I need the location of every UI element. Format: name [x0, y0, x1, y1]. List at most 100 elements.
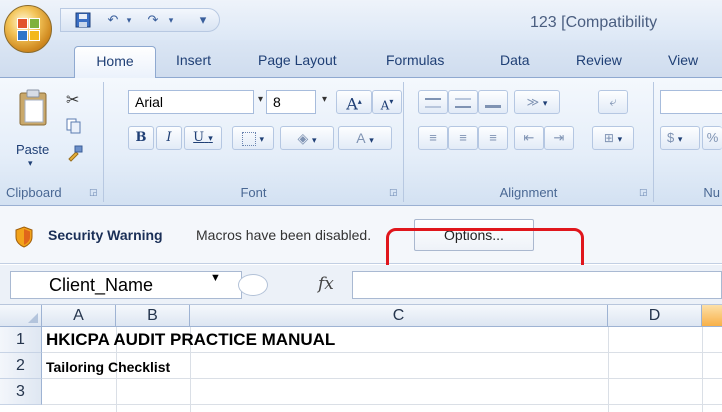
chevron-down-icon: ▾ — [259, 134, 265, 144]
redo-icon[interactable]: ↷ — [145, 12, 161, 28]
security-warning-bar: Security Warning Macros have been disabl… — [0, 206, 722, 264]
office-logo-icon — [17, 18, 41, 42]
name-box[interactable]: Client_Name — [10, 271, 242, 299]
font-name-box[interactable]: Arial — [128, 90, 254, 114]
chevron-down-icon: ▾ — [677, 134, 683, 144]
formula-expand-icon[interactable] — [238, 274, 268, 296]
row-header-3[interactable]: 3 — [0, 379, 42, 405]
align-center-button[interactable]: ≡ — [448, 126, 478, 150]
tab-view[interactable]: View — [668, 52, 698, 68]
cell-a2[interactable]: Tailoring Checklist — [46, 359, 170, 375]
alignment-dialog-launcher-icon[interactable]: ◲ — [639, 187, 649, 197]
column-header-c[interactable]: C — [190, 305, 608, 327]
alignment-group-label: Alignment — [499, 185, 558, 200]
clipboard-group-label: Clipboard — [6, 185, 62, 200]
font-group-label: Font — [240, 185, 267, 200]
merge-center-button[interactable]: ⊞ ▾ — [592, 126, 634, 150]
merge-center-icon: ⊞ — [603, 131, 614, 145]
gridline — [608, 327, 609, 412]
fill-color-button[interactable]: ◈ ▾ — [280, 126, 334, 150]
align-left-icon: ≡ — [429, 130, 437, 145]
percent-button[interactable]: % — [702, 126, 722, 150]
fill-color-icon: ◈ — [297, 130, 309, 146]
align-right-button[interactable]: ≡ — [478, 126, 508, 150]
decrease-indent-button[interactable]: ⇤ — [514, 126, 544, 150]
copy-icon[interactable] — [66, 118, 82, 134]
align-middle-icon — [455, 97, 471, 108]
column-header-a[interactable]: A — [42, 305, 116, 327]
align-right-icon: ≡ — [489, 130, 497, 145]
column-header-b[interactable]: B — [116, 305, 190, 327]
number-format-box[interactable] — [660, 90, 722, 114]
clipboard-group: Paste ▾ ✂ Clipboard ◲ — [0, 82, 104, 202]
tab-home[interactable]: Home — [74, 46, 156, 79]
chevron-down-icon[interactable]: ▾ — [322, 94, 327, 105]
align-middle-button[interactable] — [448, 90, 478, 114]
wrap-text-button[interactable]: ⤶ — [598, 90, 628, 114]
row-header-2[interactable]: 2 — [0, 353, 42, 379]
gridline — [42, 404, 722, 405]
chevron-down-icon[interactable]: ▾ — [258, 94, 263, 105]
column-header-d[interactable]: D — [608, 305, 702, 327]
chevron-down-icon: ▾ — [369, 135, 374, 145]
paste-button[interactable]: Paste ▾ — [14, 88, 54, 170]
underline-button[interactable]: U ▾ — [184, 126, 222, 150]
increase-indent-button[interactable]: ⇥ — [544, 126, 574, 150]
title-bar: ↶ ▾ ↷ ▾ ▾ 123 [Compatibility — [0, 0, 722, 40]
chevron-down-icon[interactable]: ▼ — [210, 272, 221, 284]
undo-icon[interactable]: ↶ — [105, 12, 121, 28]
borders-icon — [241, 131, 256, 146]
font-group: Arial ▾ 8 ▾ A▴ A▾ B I U ▾ ▾ ◈ ▾ A ▾ Font… — [104, 82, 404, 202]
row-header-1[interactable]: 1 — [0, 327, 42, 353]
shrink-font-button[interactable]: A▾ — [372, 90, 402, 114]
number-group: $ ▾ % Nu — [654, 82, 722, 202]
gridline — [42, 352, 722, 353]
number-group-label: Nu — [703, 185, 720, 200]
currency-button[interactable]: $ ▾ — [660, 126, 700, 150]
quick-access-toolbar: ↶ ▾ ↷ ▾ ▾ — [60, 8, 220, 32]
clipboard-dialog-launcher-icon[interactable]: ◲ — [89, 187, 99, 197]
dropdown-icon[interactable]: ▾ — [121, 12, 137, 28]
formula-input[interactable] — [352, 271, 722, 299]
insert-function-button[interactable]: fx — [318, 274, 334, 294]
font-color-button[interactable]: A ▾ — [338, 126, 392, 150]
orientation-icon: ≫ — [526, 95, 540, 109]
chevron-down-icon: ▾ — [311, 135, 317, 145]
save-icon[interactable] — [75, 12, 91, 28]
align-bottom-button[interactable] — [478, 90, 508, 114]
decrease-indent-icon: ⇤ — [523, 130, 535, 145]
cut-icon[interactable]: ✂ — [66, 90, 79, 110]
wrap-text-icon: ⤶ — [609, 94, 617, 109]
orientation-button[interactable]: ≫ ▾ — [514, 90, 560, 114]
align-top-icon — [425, 97, 441, 108]
ribbon: Paste ▾ ✂ Clipboard ◲ Arial ▾ 8 ▾ A▴ A▾ … — [0, 78, 722, 206]
tab-insert[interactable]: Insert — [176, 52, 211, 68]
tab-formulas[interactable]: Formulas — [386, 52, 444, 68]
font-size-box[interactable]: 8 — [266, 90, 316, 114]
tab-review[interactable]: Review — [576, 52, 622, 68]
italic-button[interactable]: I — [156, 126, 182, 150]
column-header-e[interactable] — [702, 305, 722, 327]
align-left-button[interactable]: ≡ — [418, 126, 448, 150]
formula-bar: Client_Name ▼ fx — [0, 265, 722, 305]
increase-indent-icon: ⇥ — [553, 130, 565, 145]
font-dialog-launcher-icon[interactable]: ◲ — [389, 187, 399, 197]
align-bottom-icon — [485, 98, 501, 108]
window-title: 123 [Compatibility — [530, 14, 658, 31]
customize-icon[interactable]: ▾ — [195, 12, 211, 28]
cell-a1[interactable]: HKICPA AUDIT PRACTICE MANUAL — [46, 330, 335, 350]
select-all-button[interactable] — [0, 305, 42, 327]
dropdown-icon[interactable]: ▾ — [163, 12, 179, 28]
tab-data[interactable]: Data — [500, 52, 530, 68]
bold-button[interactable]: B — [128, 126, 154, 150]
gridline — [702, 327, 703, 412]
format-painter-icon[interactable] — [66, 144, 84, 162]
office-button[interactable] — [4, 5, 52, 53]
paste-icon — [19, 89, 47, 126]
worksheet-grid: A B C D 1 2 3 HKICPA AUDIT PRACTICE MANU… — [0, 305, 722, 412]
align-top-button[interactable] — [418, 90, 448, 114]
tab-page-layout[interactable]: Page Layout — [258, 52, 337, 68]
chevron-down-icon: ▾ — [617, 134, 623, 144]
grow-font-button[interactable]: A▴ — [336, 90, 372, 114]
borders-button[interactable]: ▾ — [232, 126, 274, 150]
